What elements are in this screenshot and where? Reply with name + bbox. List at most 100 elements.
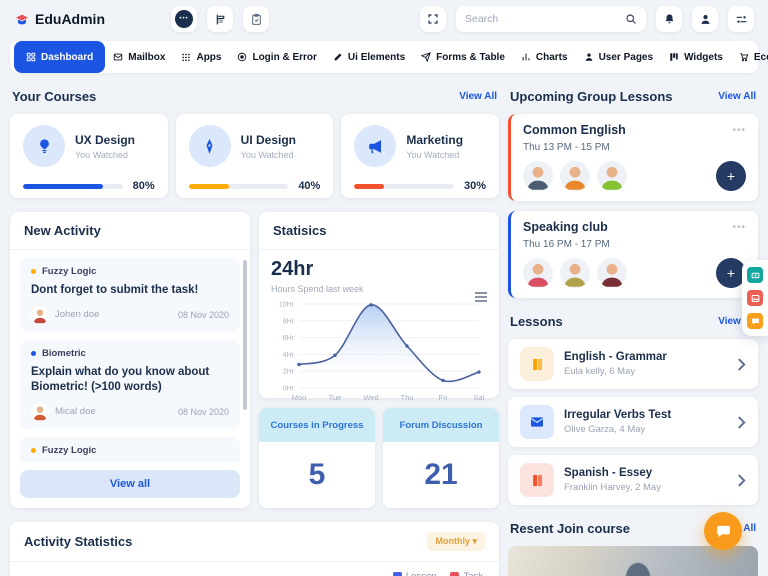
nav-item-apps[interactable]: Apps (173, 41, 229, 73)
search-icon[interactable] (625, 13, 637, 25)
activity-view-all-button[interactable]: View all (20, 470, 240, 498)
nav-label: Mailbox (128, 51, 166, 63)
svg-text:Mon: Mon (292, 393, 307, 402)
stat-box-value: 5 (308, 458, 326, 491)
lesson-item-english-grammar[interactable]: English - Grammar Eula kelly, 6 May (508, 339, 758, 389)
columns-icon (669, 52, 679, 62)
send-icon (421, 52, 432, 62)
activity-scrollbar[interactable] (243, 260, 247, 410)
signpost-button[interactable] (207, 6, 233, 32)
brand-name: EduAdmin (35, 11, 105, 27)
hours-subtitle: Hours Spend last week (271, 284, 364, 294)
cash-icon[interactable] (747, 267, 763, 283)
search-input[interactable] (465, 13, 625, 25)
activity-date: 08 Nov 2020 (177, 406, 229, 417)
nav-item-ui-elements[interactable]: Ui Elements (325, 41, 413, 73)
more-menu-button[interactable]: ••• (171, 6, 197, 32)
avatar (560, 161, 590, 191)
image-icon[interactable] (747, 290, 763, 306)
notifications-button[interactable] (656, 6, 682, 32)
avatar (523, 258, 553, 288)
cart-icon (739, 52, 749, 62)
nav-item-ecommerce[interactable]: Ecommerce (731, 41, 768, 73)
lesson-meta: Olive Garza, 4 May (564, 424, 646, 435)
brand-logo[interactable]: EduAdmin (14, 11, 105, 27)
nav-label: Ecommerce (753, 51, 768, 63)
svg-text:2Hr: 2Hr (283, 369, 295, 376)
sliders-icon (735, 13, 748, 26)
course-sub: You Watched (75, 149, 128, 160)
nav-item-mailbox[interactable]: Mailbox (105, 41, 173, 73)
lesson-item-irregular-verbs-test[interactable]: Irregular Verbs Test Olive Garza, 4 May (508, 397, 758, 447)
activity-text: Explain what do you know about Biometric… (31, 365, 210, 393)
chevron-right-icon[interactable] (737, 473, 746, 487)
monthly-filter-dropdown[interactable]: Monthly ▾ (427, 532, 485, 551)
nav-item-charts[interactable]: Charts (513, 41, 576, 73)
group-lesson-time: Thu 13 PM - 15 PM (523, 142, 610, 153)
stat-box-label: Courses in Progress (259, 408, 375, 442)
nav-item-widgets[interactable]: Widgets (661, 41, 731, 73)
nav-item-user-pages[interactable]: User Pages (576, 41, 661, 73)
content-area: Your Courses View All UX Design You Watc… (0, 73, 768, 576)
activity-user: Johen doe (55, 309, 100, 321)
more-options-icon[interactable]: ••• (732, 222, 746, 233)
activity-user: Mical doe (55, 406, 96, 418)
chevron-right-icon[interactable] (737, 357, 746, 371)
nav-label: Widgets (684, 51, 723, 63)
clipboard-check-icon (250, 13, 263, 26)
settings-button[interactable] (728, 6, 754, 32)
avatar (31, 305, 49, 324)
avatar (31, 402, 49, 421)
group-lessons-view-all-link[interactable]: View All (718, 91, 756, 102)
main-navbar: Dashboard Mailbox Apps Login & Error Ui … (10, 41, 768, 73)
header-quick-actions: ••• (171, 6, 269, 32)
progress-percent: 80% (132, 180, 155, 192)
nav-label: Apps (196, 51, 222, 63)
top-header: EduAdmin ••• (0, 0, 768, 34)
search-bar (456, 6, 646, 32)
lesson-meta: Franklin Harvey, 2 May (564, 482, 661, 493)
tag-dot (31, 350, 36, 356)
lesson-name: Irregular Verbs Test (564, 409, 672, 421)
avatar (597, 258, 627, 288)
add-member-button[interactable]: + (716, 161, 746, 191)
chat-mini-icon[interactable] (747, 313, 763, 329)
activity-statistics-title: Activity Statistics (24, 534, 133, 549)
courses-view-all-link[interactable]: View All (459, 91, 497, 102)
nav-label: Forms & Table (436, 51, 505, 63)
activity-list: Fuzzy Logic Dont forget to submit the ta… (10, 250, 250, 462)
legend-swatch (392, 572, 402, 576)
chevron-right-icon[interactable] (737, 415, 746, 429)
nav-item-dashboard[interactable]: Dashboard (14, 41, 106, 73)
mailbox-icon (113, 52, 123, 62)
chart-menu-icon[interactable] (475, 290, 487, 304)
course-card-ui-design: UI Design You Watched 40% (175, 114, 334, 198)
lesson-item-spanish-essey[interactable]: Spanish - Essey Franklin Harvey, 2 May (508, 455, 758, 505)
svg-text:4Hr: 4Hr (283, 352, 295, 359)
nav-item-forms-table[interactable]: Forms & Table (413, 41, 513, 73)
chat-bubble-icon (715, 523, 732, 540)
more-options-icon[interactable]: ••• (732, 125, 746, 136)
progress-percent: 40% (298, 180, 321, 192)
section-title: Upcoming Group Lessons (510, 89, 673, 104)
group-lesson-name: Speaking club (523, 220, 608, 234)
group-lesson-card-common-english: Common English ••• Thu 13 PM - 15 PM + (508, 114, 758, 201)
chat-fab-button[interactable] (704, 512, 742, 550)
svg-text:0Hr: 0Hr (283, 386, 295, 393)
legend-lesson: Lesson (392, 571, 436, 576)
activity-item-clipped: Fuzzy Logic Dont forget to submit the ta… (20, 436, 240, 462)
tasks-button[interactable] (243, 6, 269, 32)
svg-text:Tue: Tue (329, 393, 342, 402)
stat-box-value: 21 (424, 458, 458, 491)
fullscreen-button[interactable] (420, 6, 446, 32)
avatar (560, 258, 590, 288)
lesson-name: Spanish - Essey (564, 467, 653, 479)
svg-text:6Hr: 6Hr (283, 335, 295, 342)
book-icon (520, 347, 554, 381)
nav-item-login-error[interactable]: Login & Error (229, 41, 324, 73)
activity-statistics-card: Activity Statistics Monthly ▾ Lesson Tas… (10, 522, 499, 576)
user-profile-button[interactable] (692, 6, 718, 32)
chart-legend: Lesson Task (10, 562, 499, 576)
new-activity-card: New Activity Fuzzy Logic Dont forget to … (10, 212, 250, 508)
group-lesson-time: Thu 16 PM - 17 PM (523, 239, 610, 250)
